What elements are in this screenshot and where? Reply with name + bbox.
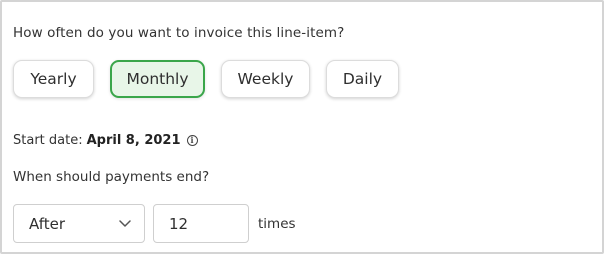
start-date-value: April 8, 2021	[86, 133, 181, 148]
end-mode-select[interactable]: After	[13, 204, 145, 243]
frequency-daily-button[interactable]: Daily	[326, 60, 399, 98]
frequency-weekly-button[interactable]: Weekly	[221, 60, 310, 98]
invoice-frequency-panel: How often do you want to invoice this li…	[0, 0, 604, 254]
end-mode-value: After	[29, 214, 66, 233]
start-date-label: Start date:	[13, 133, 83, 148]
frequency-monthly-button[interactable]: Monthly	[110, 60, 205, 98]
times-label: times	[258, 215, 296, 232]
chevron-down-icon	[118, 217, 132, 231]
payments-end-row: After times	[13, 204, 296, 243]
frequency-question: How often do you want to invoice this li…	[13, 25, 345, 41]
start-date-row: Start date: April 8, 2021 i	[13, 133, 198, 148]
payment-count-input[interactable]	[153, 204, 249, 243]
payments-end-question: When should payments end?	[13, 169, 210, 185]
info-icon[interactable]: i	[186, 135, 198, 146]
frequency-yearly-button[interactable]: Yearly	[13, 60, 94, 98]
frequency-options: Yearly Monthly Weekly Daily	[13, 60, 399, 98]
